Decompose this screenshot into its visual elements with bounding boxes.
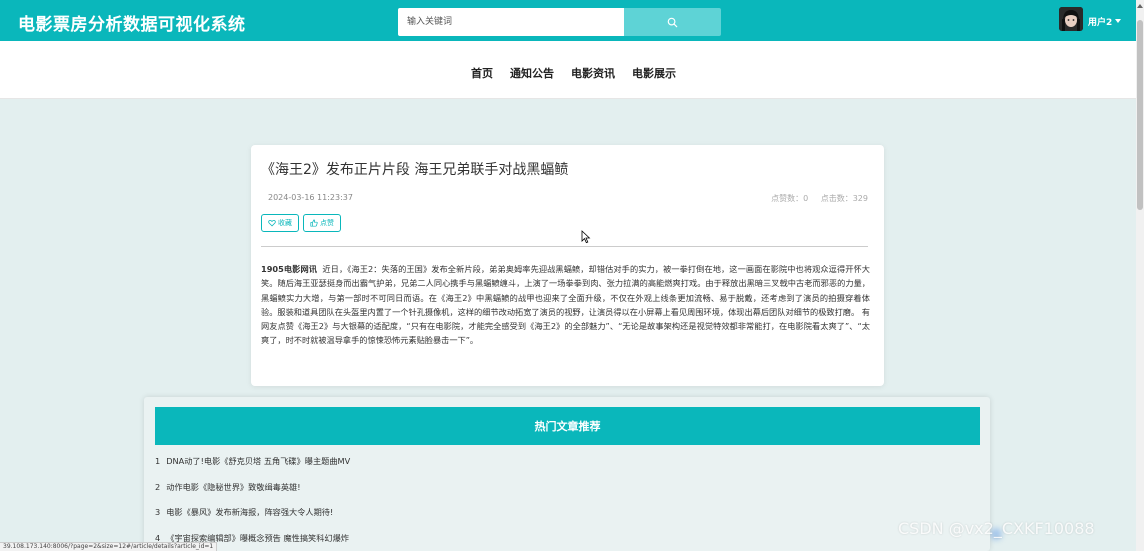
list-item[interactable]: 1 DNA动了!电影《舒克贝塔 五角飞碟》曝主题曲MV (155, 455, 980, 481)
list-item-text: 电影《暴风》发布新海报，阵容强大令人期待! (166, 507, 334, 517)
user-menu[interactable]: 用户2 (1088, 15, 1112, 28)
article-body: 1905电影网讯 近日，《海王2：失落的王国》发布全新片段，弟弟奥姆率先迎战黑蝠… (261, 262, 870, 348)
status-bar-url: 39.108.173.140:8006/?page=2&size=12#/art… (0, 542, 218, 551)
nav-items: 首页 通知公告 电影资讯 电影展示 (471, 65, 676, 81)
article-actions: 收藏 点赞 (261, 214, 341, 232)
article-source: 1905电影网讯 (261, 264, 317, 274)
user-caret-icon[interactable] (1115, 19, 1121, 23)
hot-articles-title: 热门文章推荐 (155, 407, 980, 445)
like-label: 点赞 (320, 219, 334, 227)
avatar[interactable] (1059, 7, 1083, 31)
list-item-text: 动作电影《隐秘世界》致敬缉毒英雄! (166, 481, 301, 492)
list-item[interactable]: 3 电影《暴风》发布新海报，阵容强大令人期待! (155, 506, 980, 532)
list-item-text: 《宇宙探索编辑部》曝概念预告 魔性搞笑科幻爆炸 (166, 532, 349, 543)
clicks-count: 点击数：329 (820, 194, 868, 203)
avatar-image (1059, 7, 1083, 31)
list-item-number: 1 (155, 456, 161, 466)
nav-item-notices[interactable]: 通知公告 (510, 65, 554, 81)
article-divider (261, 246, 868, 247)
article-stats: 点赞数：0 点击数：329 (771, 193, 868, 204)
search-button[interactable] (624, 8, 721, 36)
favorite-label: 收藏 (278, 219, 292, 227)
hot-articles-panel: 热门文章推荐 1 DNA动了!电影《舒克贝塔 五角飞碟》曝主题曲MV 2 动作电影《… (144, 397, 990, 551)
likes-count: 点赞数：0 (771, 194, 809, 203)
scrollbar-thumb[interactable] (1137, 20, 1143, 210)
site-title[interactable]: 电影票房分析数据可视化系统 (18, 10, 246, 35)
list-item-number: 4 (155, 532, 161, 543)
search-input[interactable] (398, 8, 624, 36)
article-text: 近日，《海王2：失落的王国》发布全新片段，弟弟奥姆率先迎战黑蝠鲼，却错估对手的实… (261, 264, 870, 346)
nav-item-movie-news[interactable]: 电影资讯 (571, 65, 615, 81)
main-nav: 首页 通知公告 电影资讯 电影展示 (0, 41, 1136, 99)
scroll-up-icon[interactable] (1137, 4, 1143, 8)
page-scrollbar[interactable] (1136, 0, 1144, 551)
nav-item-movie-showcase[interactable]: 电影展示 (632, 65, 676, 81)
watermark: CSDN @vx2_CXKF10088 (898, 519, 1095, 538)
thumb-up-icon (310, 219, 318, 227)
search-icon (667, 17, 678, 27)
list-item[interactable]: 4 《宇宙探索编辑部》曝概念预告 魔性搞笑科幻爆炸 (155, 532, 980, 551)
nav-item-home[interactable]: 首页 (471, 65, 493, 81)
cursor-icon (581, 230, 591, 244)
hot-articles-list: 1 DNA动了!电影《舒克贝塔 五角飞碟》曝主题曲MV 2 动作电影《隐秘世界》致敬… (155, 455, 980, 551)
heart-icon (268, 220, 276, 227)
article-title: 《海王2》发布正片片段 海王兄弟联手对战黑蝠鲼 (261, 162, 569, 178)
list-item-number: 2 (155, 481, 161, 492)
article-card: 《海王2》发布正片片段 海王兄弟联手对战黑蝠鲼 2024-03-16 11:23… (251, 145, 884, 386)
favorite-button[interactable]: 收藏 (261, 214, 299, 232)
like-button[interactable]: 点赞 (303, 214, 341, 232)
top-bar: 电影票房分析数据可视化系统 用户2 (0, 0, 1144, 41)
list-item-number: 3 (155, 507, 161, 517)
search-bar (398, 8, 721, 36)
article-date: 2024-03-16 11:23:37 (268, 193, 353, 202)
list-item[interactable]: 2 动作电影《隐秘世界》致敬缉毒英雄! (155, 481, 980, 507)
list-item-text: DNA动了!电影《舒克贝塔 五角飞碟》曝主题曲MV (166, 456, 351, 466)
